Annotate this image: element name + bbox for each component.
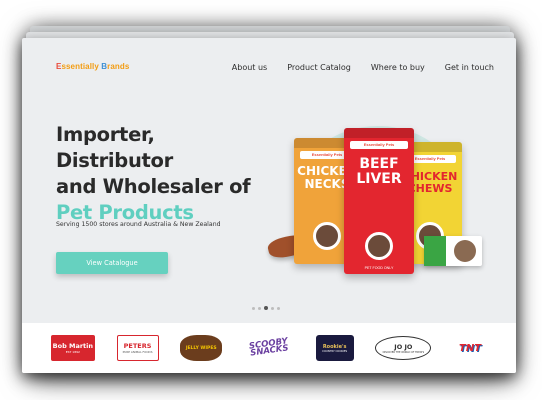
dog-photo-icon xyxy=(454,240,476,262)
nav-get-in-touch[interactable]: Get in touch xyxy=(445,63,494,72)
peters-logo[interactable]: PETERS PURE ANIMAL FOODS xyxy=(116,335,159,361)
carousel-dots xyxy=(252,306,280,310)
nav-about-us[interactable]: About us xyxy=(232,63,267,72)
bob-martin-name: Bob Martin xyxy=(52,342,94,350)
jelly-wipes-logo[interactable]: JELLY WIPES xyxy=(180,335,223,361)
carousel-dot[interactable] xyxy=(277,306,280,310)
jojo-sub: DISCOVER THE WORLD OF TREATS xyxy=(382,350,425,354)
tnt-logo[interactable]: TNT xyxy=(453,335,487,361)
carousel-dot[interactable] xyxy=(271,306,274,310)
peters-sub: PURE ANIMAL FOODS xyxy=(122,350,153,354)
brand-logo-strip: Bob Martin EST 1892 PETERS PURE ANIMAL F… xyxy=(22,323,516,373)
view-catalogue-button[interactable]: View Catalogue xyxy=(56,252,168,274)
logo-part: ssentially xyxy=(61,62,102,71)
carousel-dot[interactable] xyxy=(252,306,255,310)
essentially-brands-logo[interactable]: Essentially Brands xyxy=(56,62,129,71)
rookies-sub: COUNTRY COOKIES xyxy=(322,349,348,353)
website-page: Essentially Brands About us Product Cata… xyxy=(22,38,516,373)
logo-part: rands xyxy=(107,62,130,71)
roo-treat-box xyxy=(424,236,482,266)
scooby-snacks-logo[interactable]: SCOOBY SNACKS xyxy=(242,332,295,365)
bag-top xyxy=(344,128,414,138)
hero-line-2: and Wholesaler of xyxy=(56,175,251,198)
peters-name: PETERS xyxy=(123,342,152,350)
scooby-line-2: SNACKS xyxy=(249,343,290,359)
bob-martin-logo[interactable]: Bob Martin EST 1892 xyxy=(50,335,95,361)
bag-footer-text: PET FOOD ONLY xyxy=(364,266,394,270)
bag-product-name: BEEF LIVER xyxy=(356,156,402,187)
hero-headline: Importer, Distributor and Wholesaler of … xyxy=(56,122,276,226)
dog-photo-icon xyxy=(313,222,341,250)
nav-where-to-buy[interactable]: Where to buy xyxy=(371,63,425,72)
dog-photo-icon xyxy=(365,232,393,260)
jojo-logo[interactable]: JO JO DISCOVER THE WORLD OF TREATS xyxy=(375,336,432,360)
beef-liver-bag: Essentially Pets BEEF LIVER PET FOOD ONL… xyxy=(344,128,414,274)
rookies-logo[interactable]: Rookie's COUNTRY COOKIES xyxy=(315,335,354,361)
bag-brand-label: Essentially Pets xyxy=(350,141,408,149)
box-green-band xyxy=(424,236,446,266)
tnt-name: TNT xyxy=(459,342,482,354)
jelly-wipes-name: JELLY WIPES xyxy=(185,345,217,351)
jojo-name: JO JO xyxy=(394,342,413,351)
hero-line-1: Importer, Distributor xyxy=(56,123,173,172)
carousel-dot-active[interactable] xyxy=(264,306,268,310)
main-nav: About us Product Catalog Where to buy Ge… xyxy=(232,63,494,72)
carousel-dot[interactable] xyxy=(258,306,261,310)
hero-subtitle: Serving 1500 stores around Australia & N… xyxy=(56,221,221,228)
nav-product-catalog[interactable]: Product Catalog xyxy=(287,63,351,72)
bob-martin-sub: EST 1892 xyxy=(65,350,80,354)
